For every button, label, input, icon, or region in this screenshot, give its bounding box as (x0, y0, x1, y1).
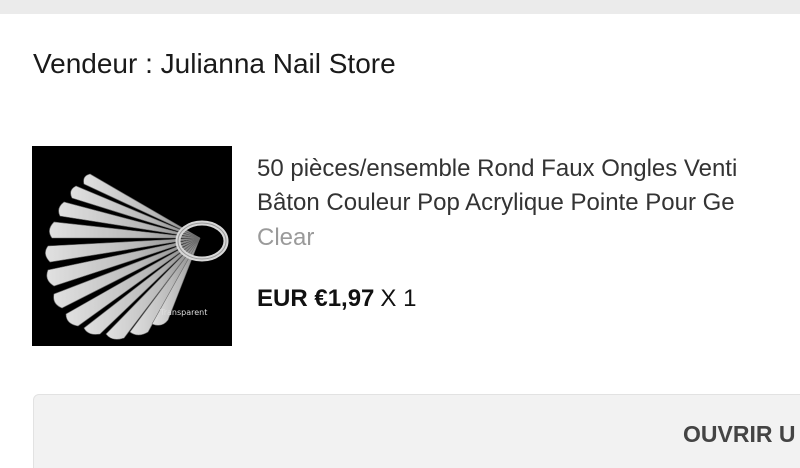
product-title-line-2: Bâton Couleur Pop Acrylique Pointe Pour … (257, 189, 735, 216)
product-image[interactable]: Transparent (32, 146, 232, 346)
price-row: EUR €1,97 X 1 (257, 285, 416, 313)
product-title-line-1: 50 pièces/ensemble Rond Faux Ongles Vent… (257, 155, 738, 182)
order-item-card: Vendeur : Julianna Nail Store Transparen… (0, 14, 800, 468)
item-price: EUR €1,97 (257, 285, 375, 312)
product-variant: Clear (257, 224, 315, 251)
image-caption: Transparent (160, 308, 208, 317)
open-button[interactable]: OUVRIR U (33, 394, 800, 468)
item-quantity: X 1 (380, 285, 417, 312)
seller-name[interactable]: Vendeur : Julianna Nail Store (33, 48, 396, 80)
open-button-label: OUVRIR U (683, 421, 796, 447)
product-title[interactable]: 50 pièces/ensemble Rond Faux Ongles Vent… (257, 152, 800, 220)
